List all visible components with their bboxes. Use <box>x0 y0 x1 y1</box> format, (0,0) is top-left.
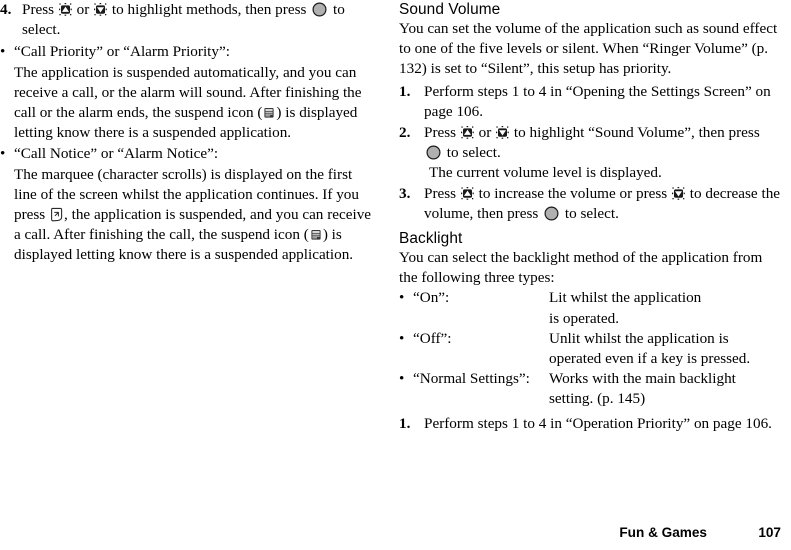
backlight-option-off-desc-line-1: Unlit whilst the application is <box>549 329 729 347</box>
left-step-4-text-after-keys: to highlight methods, then press <box>111 1 307 18</box>
suspend-application-icon <box>310 229 322 241</box>
sound-volume-step-1-text: Perform steps 1 to 4 in “Opening the Set… <box>424 82 771 120</box>
left-bullet-call-priority-dot: • <box>0 43 6 61</box>
sound-volume-step-3: 3. Press to increase the volume or press… <box>399 184 781 224</box>
backlight-heading: Backlight <box>399 230 463 248</box>
backlight-option-off: • “Off”: Unlit whilst the application is… <box>399 329 781 369</box>
navigation-down-key-icon <box>672 186 685 200</box>
left-bullet-call-notice-title: “Call Notice” or “Alarm Notice”: <box>14 145 219 163</box>
backlight-option-normal-settings-bullet: • <box>399 370 405 388</box>
sound-volume-heading: Sound Volume <box>399 1 501 18</box>
left-bullet-call-notice-text: The marquee (character scrolls) is displ… <box>14 165 378 266</box>
navigation-down-key-icon <box>496 126 509 139</box>
sound-volume-step-2-body: Press or to highlight “Sound Volume”, th… <box>424 123 781 184</box>
backlight-option-on-desc-line-1: Lit whilst the application <box>549 289 702 307</box>
sound-volume-step-2-note: The current volume level is displayed. <box>429 164 662 182</box>
sound-volume-step-3-text-after-up: to increase the volume or press <box>478 184 668 202</box>
backlight-option-off-bullet: • <box>399 329 405 347</box>
backlight-option-on-desc-line-2: is operated. <box>549 309 620 327</box>
navigation-up-key-icon <box>460 126 474 139</box>
backlight-step-1-number: 1. <box>399 414 411 432</box>
left-bullet-call-notice: • “Call Notice” or “Alarm Notice”: The m… <box>0 144 378 265</box>
sound-volume-step-2-text-after-select: to select. <box>446 144 501 162</box>
backlight-option-normal-settings: • “Normal Settings”: Works with the main… <box>399 369 781 409</box>
sound-volume-step-3-body: Press to increase the volume or press to… <box>424 184 781 224</box>
backlight-option-on: • “On”: Lit whilst the application is op… <box>399 288 781 328</box>
left-bullet-call-notice-dot: • <box>0 145 6 163</box>
center-select-key-icon <box>426 145 441 160</box>
navigation-down-key-icon <box>94 3 107 16</box>
left-column: 4. Press or to highlight methods, then p… <box>0 0 378 266</box>
suspend-application-icon <box>263 107 275 119</box>
backlight-option-normal-settings-desc-line-2: setting. (p. 145) <box>549 390 646 408</box>
backlight-option-off-desc-line-2: operated even if a key is pressed. <box>549 350 751 368</box>
footer-section-title: Fun & Games <box>619 525 707 540</box>
backlight-option-normal-settings-desc-line-1: Works with the main backlight <box>549 370 736 388</box>
left-step-4-text-between-keys: or <box>76 1 90 18</box>
sound-volume-step-3-text-after-select: to select. <box>564 204 619 222</box>
footer-page-number: 107 <box>758 525 781 540</box>
sound-volume-step-1: 1. Perform steps 1 to 4 in “Opening the … <box>399 82 781 122</box>
left-bullet-call-priority-body: “Call Priority” or “Alarm Priority”: The… <box>14 42 378 143</box>
sound-volume-step-3-text-before-up: Press <box>424 184 457 202</box>
left-bullet-call-notice-body: “Call Notice” or “Alarm Notice”: The mar… <box>14 144 378 265</box>
backlight-option-normal-settings-term: “Normal Settings”: <box>413 370 530 388</box>
backlight-option-off-term: “Off”: <box>413 329 452 347</box>
sound-volume-step-2: 2. Press or to highlight “Sound Volume”,… <box>399 123 781 184</box>
page-footer: Fun & Games 107 <box>0 524 781 542</box>
center-select-key-icon <box>544 206 559 221</box>
navigation-up-key-icon <box>58 3 72 16</box>
right-column: Sound Volume You can set the volume of t… <box>399 0 781 434</box>
right-soft-key-icon <box>50 207 63 222</box>
left-step-4-number: 4. <box>0 1 12 18</box>
center-select-key-icon <box>312 2 327 17</box>
left-bullet-call-priority-title: “Call Priority” or “Alarm Priority”: <box>14 43 230 61</box>
sound-volume-step-1-number: 1. <box>399 82 411 100</box>
sound-volume-step-2-text-after-keys: to highlight “Sound Volume”, then press <box>513 124 760 142</box>
sound-volume-step-2-text-before-up: Press <box>424 124 457 142</box>
manual-page: 4. Press or to highlight methods, then p… <box>0 0 791 550</box>
left-step-4: 4. Press or to highlight methods, then p… <box>0 0 378 40</box>
sound-volume-step-2-number: 2. <box>399 124 411 142</box>
backlight-step-1: 1. Perform steps 1 to 4 in “Operation Pr… <box>399 414 781 434</box>
left-step-4-text-before-up: Press <box>22 1 55 18</box>
sound-volume-step-3-number: 3. <box>399 184 411 202</box>
backlight-option-on-bullet: • <box>399 289 405 307</box>
left-bullet-call-priority: • “Call Priority” or “Alarm Priority”: T… <box>0 42 378 143</box>
left-step-4-body: Press or to highlight methods, then pres… <box>22 0 378 40</box>
sound-volume-step-2-text-between-keys: or <box>478 124 492 142</box>
navigation-up-key-icon <box>460 186 474 200</box>
backlight-option-on-term: “On”: <box>413 289 450 307</box>
left-bullet-call-priority-text: The application is suspended automatical… <box>14 63 378 144</box>
backlight-step-1-text: Perform steps 1 to 4 in “Operation Prior… <box>424 414 772 432</box>
backlight-intro: You can select the backlight method of t… <box>399 249 763 287</box>
sound-volume-intro: You can set the volume of the applicatio… <box>399 20 778 78</box>
